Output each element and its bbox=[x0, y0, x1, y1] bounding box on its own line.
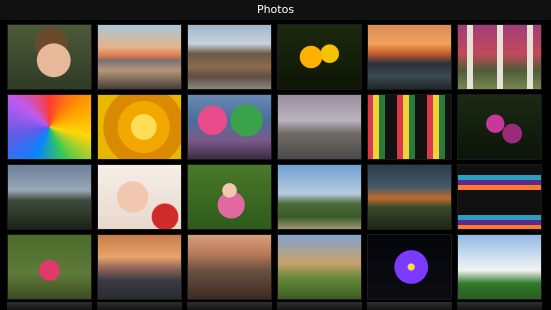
photo-thumbnail-partial[interactable] bbox=[457, 302, 542, 310]
photo-thumbnail[interactable] bbox=[457, 24, 542, 90]
photo-thumbnail[interactable] bbox=[277, 234, 362, 300]
photo-thumbnail[interactable] bbox=[457, 94, 542, 160]
photo-thumbnail[interactable] bbox=[457, 164, 542, 230]
photo-thumbnail[interactable] bbox=[277, 164, 362, 230]
photo-thumbnail[interactable] bbox=[97, 234, 182, 300]
app-title: Photos bbox=[256, 3, 295, 16]
photo-thumbnail-partial[interactable] bbox=[97, 302, 182, 310]
photo-thumbnail[interactable] bbox=[187, 164, 272, 230]
photo-thumbnail-partial[interactable] bbox=[187, 302, 272, 310]
next-row-partial bbox=[7, 302, 545, 310]
photo-thumbnail[interactable] bbox=[367, 24, 452, 90]
photo-thumbnail[interactable] bbox=[7, 234, 92, 300]
photo-thumbnail[interactable] bbox=[97, 24, 182, 90]
photo-thumbnail[interactable] bbox=[187, 234, 272, 300]
photo-thumbnail-partial[interactable] bbox=[367, 302, 452, 310]
photo-thumbnail[interactable] bbox=[277, 24, 362, 90]
photo-thumbnail[interactable] bbox=[7, 94, 92, 160]
title-bar: Photos bbox=[0, 0, 551, 20]
photo-thumbnail-partial[interactable] bbox=[7, 302, 92, 310]
photo-thumbnail[interactable] bbox=[367, 164, 452, 230]
photo-thumbnail[interactable] bbox=[7, 164, 92, 230]
photo-thumbnail[interactable] bbox=[277, 94, 362, 160]
photo-thumbnail[interactable] bbox=[187, 24, 272, 90]
photo-thumbnail[interactable] bbox=[97, 94, 182, 160]
photo-thumbnail[interactable] bbox=[367, 234, 452, 300]
photo-thumbnail[interactable] bbox=[97, 164, 182, 230]
photo-thumbnail[interactable] bbox=[187, 94, 272, 160]
photo-thumbnail[interactable] bbox=[367, 94, 452, 160]
photo-thumbnail[interactable] bbox=[7, 24, 92, 90]
photos-app: Photos bbox=[0, 0, 551, 310]
photo-grid bbox=[7, 24, 545, 300]
photo-thumbnail-partial[interactable] bbox=[277, 302, 362, 310]
photo-thumbnail[interactable] bbox=[457, 234, 542, 300]
